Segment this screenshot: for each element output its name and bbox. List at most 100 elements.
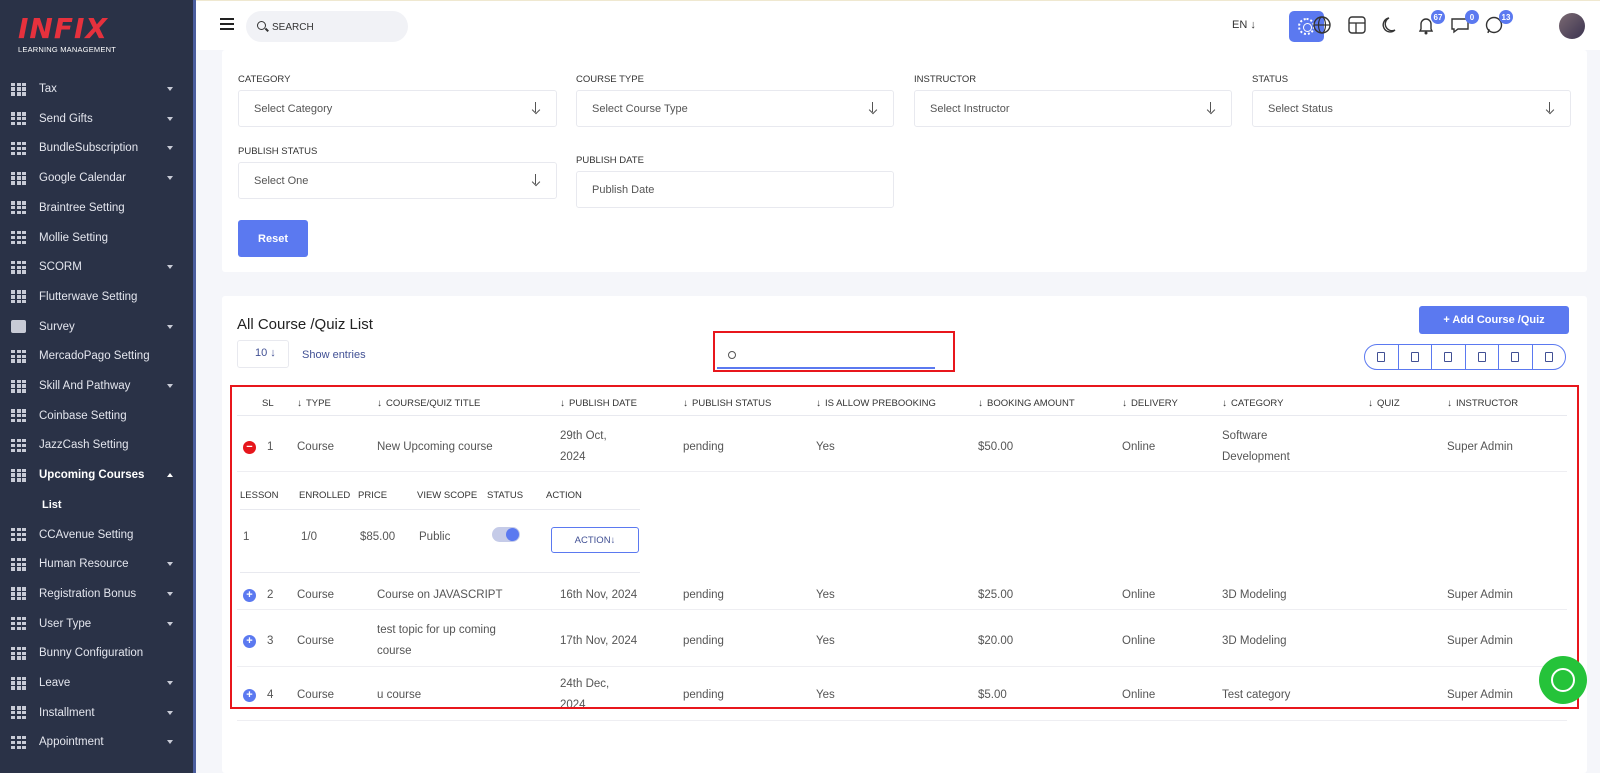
grid-icon (11, 706, 26, 720)
course-type-select[interactable]: Select Course Type (576, 90, 894, 127)
notifications-badge: 67 (1431, 10, 1445, 24)
sidebar-item-label: Upcoming Courses (39, 469, 145, 482)
grid-icon (11, 735, 26, 749)
sidebar-item-flutterwave-setting[interactable]: Flutterwave Setting (0, 282, 193, 312)
sidebar-item-label: Leave (39, 677, 71, 689)
print-button[interactable] (1499, 345, 1533, 369)
sidebar: INFIX LEARNING MANAGEMENT Tax Send Gifts B… (0, 0, 196, 773)
sidebar-item-send-gifts[interactable]: Send Gifts (0, 104, 193, 134)
sidebar-item-label: Send Gifts (39, 112, 93, 125)
grid-icon (11, 557, 26, 571)
logo[interactable]: INFIX LEARNING MANAGEMENT (18, 14, 138, 60)
sidebar-item-bundlesubscription[interactable]: BundleSubscription (0, 133, 193, 163)
grid-icon (11, 141, 26, 155)
sidebar-item-registration-bonus[interactable]: Registration Bonus (0, 579, 193, 609)
sidebar-item-label: Mollie Setting (39, 231, 109, 244)
pdf-icon (1477, 352, 1486, 362)
caret-down-icon (167, 87, 173, 91)
sidebar-item-skill-and-pathway[interactable]: Skill And Pathway (0, 371, 193, 401)
logo-text: INFIX (18, 12, 108, 45)
copy-button[interactable] (1365, 345, 1399, 369)
messages-button[interactable]: 0 (1449, 10, 1479, 36)
columns-icon (1544, 352, 1553, 362)
grid-icon (11, 231, 26, 244)
grid-icon (11, 260, 26, 274)
publish-status-select[interactable]: Select One (238, 162, 557, 199)
sidebar-item-label: Skill And Pathway (39, 380, 131, 392)
category-select-value: Select Category (254, 103, 333, 115)
moon-icon[interactable] (1380, 14, 1402, 36)
whatsapp-chat-button[interactable]: 13 (1483, 10, 1513, 36)
category-label: CATEGORY (238, 74, 291, 85)
sidebar-item-human-resource[interactable]: Human Resource (0, 549, 193, 579)
global-search[interactable] (246, 11, 408, 42)
sidebar-item-label: Google Calendar (39, 172, 126, 185)
sidebar-item-user-type[interactable]: User Type (0, 609, 193, 639)
arrow-down-icon (532, 102, 540, 114)
caret-down-icon (167, 384, 173, 388)
global-search-input[interactable] (272, 19, 392, 35)
sidebar-item-label: Coinbase Setting (39, 409, 127, 422)
sidebar-item-label: Survey (39, 320, 75, 333)
column-visibility-button[interactable] (1533, 345, 1566, 369)
publish-date-input[interactable]: Publish Date (576, 171, 894, 208)
sidebar-item-leave[interactable]: Leave (0, 668, 193, 698)
sidebar-item-label: Bunny Configuration (39, 647, 144, 660)
layout-icon[interactable] (1346, 14, 1368, 36)
avatar[interactable] (1559, 13, 1585, 39)
survey-icon (11, 320, 26, 334)
sidebar-item-mercadopago-setting[interactable]: MercadoPago Setting (0, 341, 193, 371)
export-buttons (1364, 344, 1566, 370)
sidebar-item-mollie-setting[interactable]: Mollie Setting (0, 223, 193, 253)
sidebar-item-label: JazzCash Setting (39, 439, 129, 452)
entries-select[interactable]: 10 ↓ (237, 340, 289, 368)
category-select[interactable]: Select Category (238, 90, 557, 127)
sidebar-item-appointment[interactable]: Appointment (0, 727, 193, 757)
status-select[interactable]: Select Status (1252, 90, 1571, 127)
grid-icon (11, 587, 26, 601)
menu-toggle-icon[interactable] (220, 18, 234, 30)
publish-date-label: PUBLISH DATE (576, 155, 644, 166)
sidebar-item-google-calendar[interactable]: Google Calendar (0, 163, 193, 193)
sidebar-subitem-list[interactable]: List (42, 499, 62, 511)
grid-icon (11, 82, 26, 96)
publish-status-select-value: Select One (254, 175, 309, 187)
grid-icon (11, 617, 26, 631)
sidebar-item-bunny-configuration[interactable]: Bunny Configuration (0, 638, 193, 668)
pdf-button[interactable] (1466, 345, 1499, 369)
sidebar-item-coinbase-setting[interactable]: Coinbase Setting (0, 401, 193, 431)
sidebar-item-survey[interactable]: Survey (0, 312, 193, 342)
notifications-button[interactable]: 67 (1415, 10, 1445, 36)
grid-icon (11, 112, 26, 126)
sidebar-item-scorm[interactable]: SCORM (0, 252, 193, 282)
language-label: EN (1232, 19, 1248, 31)
course-type-select-value: Select Course Type (592, 103, 688, 115)
reset-button[interactable]: Reset (238, 220, 308, 257)
caret-down-icon (167, 324, 173, 329)
sidebar-item-braintree-setting[interactable]: Braintree Setting (0, 193, 193, 223)
sidebar-item-installment[interactable]: Installment (0, 698, 193, 728)
sidebar-item-jazzcash-setting[interactable]: JazzCash Setting (0, 430, 193, 460)
sidebar-item-label: Flutterwave Setting (39, 290, 138, 303)
globe-icon[interactable] (1311, 14, 1333, 36)
excel-button[interactable] (1399, 345, 1432, 369)
grid-icon (11, 201, 26, 215)
sidebar-item-label: Human Resource (39, 558, 129, 571)
grid-icon (11, 409, 26, 423)
caret-down-icon (167, 591, 173, 596)
whatsapp-float-button[interactable] (1539, 656, 1587, 704)
sidebar-item-tax[interactable]: Tax (0, 74, 193, 104)
language-selector[interactable]: EN ↓ (1232, 19, 1256, 31)
instructor-select[interactable]: Select Instructor (914, 90, 1232, 127)
sidebar-item-label: MercadoPago Setting (39, 350, 150, 363)
caret-down-icon (167, 681, 173, 685)
sidebar-item-upcoming-courses[interactable]: Upcoming Courses (0, 460, 193, 490)
sidebar-item-ccavenue-setting[interactable]: CCAvenue Setting (0, 520, 193, 550)
course-type-label: COURSE TYPE (576, 74, 644, 85)
csv-button[interactable] (1432, 345, 1466, 369)
sidebar-item-label: CCAvenue Setting (39, 528, 134, 541)
publish-date-placeholder: Publish Date (592, 184, 655, 196)
excel-icon (1410, 352, 1419, 362)
add-course-quiz-button[interactable]: + Add Course /Quiz (1419, 306, 1569, 334)
sidebar-item-label: SCORM (39, 261, 82, 274)
